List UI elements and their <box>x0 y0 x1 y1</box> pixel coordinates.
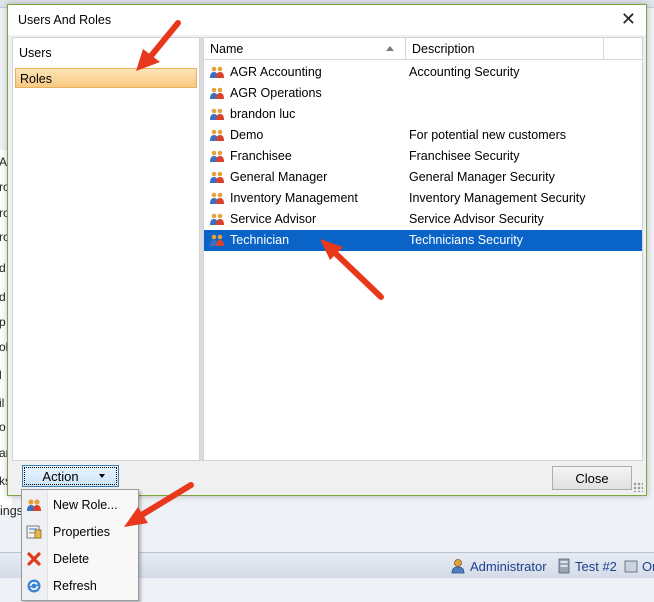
menu-item-properties[interactable]: Properties <box>22 519 138 545</box>
new-role-icon <box>27 499 41 511</box>
bg-fragment: o <box>0 420 6 434</box>
nav-item-label: Users <box>19 46 52 60</box>
users-and-roles-dialog: Users And Roles ✕ Users Roles Name Descr… <box>7 4 647 496</box>
role-icon <box>210 171 224 183</box>
menu-item-label: New Role... <box>53 498 118 512</box>
role-name: AGR Accounting <box>230 65 322 79</box>
status-server[interactable]: Test #2 <box>557 556 617 576</box>
table-row-selected[interactable]: Technician Technicians Security <box>204 230 642 251</box>
role-name: Franchisee <box>230 149 292 163</box>
bg-fragment: A <box>0 155 8 169</box>
role-description: General Manager Security <box>409 170 555 184</box>
role-name: Service Advisor <box>230 212 317 226</box>
grid-rows: AGR Accounting Accounting Security AGR O… <box>204 62 642 251</box>
role-icon <box>210 192 224 204</box>
bg-fragment: d <box>0 290 6 304</box>
bg-fragment: l <box>0 368 2 382</box>
menu-item-label: Delete <box>53 552 90 566</box>
menu-item-delete[interactable]: Delete <box>22 546 138 572</box>
action-dropdown-button[interactable]: Action <box>22 465 119 487</box>
role-description: Accounting Security <box>409 65 520 79</box>
role-description: For potential new customers <box>409 128 567 142</box>
org-icon <box>624 560 638 573</box>
role-description: Service Advisor Security <box>409 212 544 226</box>
table-row[interactable]: brandon luc <box>204 104 642 125</box>
role-name: General Manager <box>230 170 328 184</box>
chevron-down-icon <box>98 474 105 478</box>
role-icon <box>210 108 224 120</box>
dialog-title: Users And Roles <box>18 13 112 27</box>
role-icon <box>210 234 224 246</box>
status-user-label: Administrator <box>470 558 547 574</box>
table-row[interactable]: AGR Accounting Accounting Security <box>204 62 642 83</box>
background-partial-text: ings <box>0 504 23 518</box>
nav-item-roles[interactable]: Roles <box>15 68 197 88</box>
role-name: Technician <box>230 233 290 247</box>
role-name: Demo <box>230 128 264 142</box>
role-icon <box>210 87 224 99</box>
column-header-description[interactable]: Description <box>406 38 604 60</box>
properties-icon <box>26 525 42 539</box>
status-server-label: Test #2 <box>575 558 617 574</box>
roles-grid: Name Description AGR Accounting Accounti… <box>203 37 643 461</box>
menu-item-label: Properties <box>53 525 110 539</box>
column-header-name[interactable]: Name <box>204 38 406 60</box>
status-extra[interactable]: Or <box>624 556 654 576</box>
close-button[interactable]: Close <box>552 466 632 490</box>
column-header-label: Description <box>412 42 475 56</box>
nav-item-users[interactable]: Users <box>15 43 197 63</box>
nav-item-label: Roles <box>20 72 52 86</box>
bg-fragment: il <box>0 396 5 410</box>
menu-item-new-role[interactable]: New Role... <box>22 492 138 518</box>
role-icon <box>210 150 224 162</box>
role-description: Technicians Security <box>409 233 523 247</box>
delete-icon <box>27 552 41 566</box>
menu-item-label: Refresh <box>53 579 97 593</box>
user-icon <box>451 559 465 574</box>
role-description: Franchisee Security <box>409 149 520 163</box>
status-user[interactable]: Administrator <box>450 556 547 576</box>
role-icon <box>210 129 224 141</box>
grid-header: Name Description <box>204 38 642 60</box>
resize-grip-icon[interactable] <box>633 482 643 492</box>
status-extra-label: Or <box>642 558 654 574</box>
role-name: AGR Operations <box>230 86 322 100</box>
table-row[interactable]: Franchisee Franchisee Security <box>204 146 642 167</box>
table-row[interactable]: Service Advisor Service Advisor Security <box>204 209 642 230</box>
dialog-titlebar: Users And Roles ✕ <box>8 5 646 35</box>
close-icon[interactable]: ✕ <box>621 9 636 30</box>
nav-pane: Users Roles <box>12 37 200 461</box>
role-icon <box>210 66 224 78</box>
server-icon <box>558 558 570 574</box>
sort-ascending-icon <box>386 46 394 51</box>
bg-fragment: p <box>0 315 6 329</box>
table-row[interactable]: General Manager General Manager Security <box>204 167 642 188</box>
role-name: Inventory Management <box>230 191 358 205</box>
table-row[interactable]: Inventory Management Inventory Managemen… <box>204 188 642 209</box>
close-button-label: Close <box>575 470 609 486</box>
role-name: brandon luc <box>230 107 296 121</box>
action-context-menu: New Role... Properties Delete Refresh <box>21 489 139 601</box>
action-button-label: Action <box>42 468 79 484</box>
refresh-icon <box>27 579 41 593</box>
table-row[interactable]: Demo For potential new customers <box>204 125 642 146</box>
column-header-filler <box>604 38 642 60</box>
menu-item-refresh[interactable]: Refresh <box>22 573 138 599</box>
role-description: Inventory Management Security <box>409 191 586 205</box>
bg-fragment: d <box>0 261 6 275</box>
table-row[interactable]: AGR Operations <box>204 83 642 104</box>
role-icon <box>210 213 224 225</box>
column-header-label: Name <box>210 42 244 56</box>
